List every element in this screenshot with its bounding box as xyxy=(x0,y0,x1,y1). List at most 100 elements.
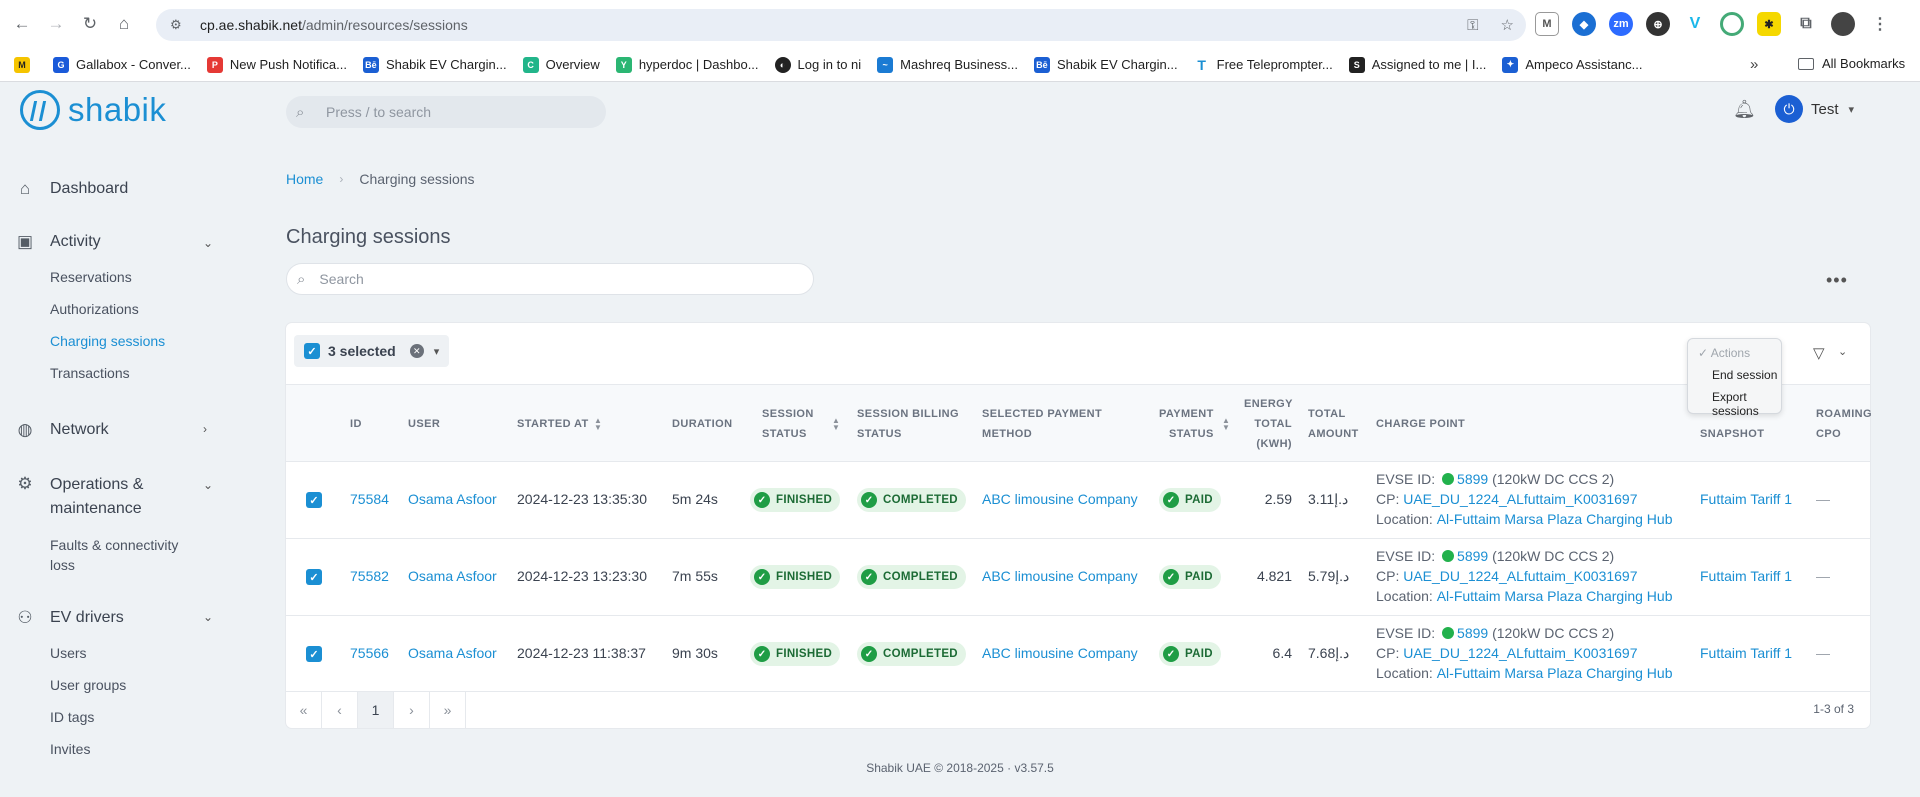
column-header-user[interactable]: USER xyxy=(408,414,440,434)
vimeo-extension-icon[interactable]: V xyxy=(1683,12,1707,36)
session-id-link[interactable]: 75566 xyxy=(350,645,389,661)
chevron-down-icon[interactable]: ⌄ xyxy=(203,478,213,492)
tariff-link[interactable]: Futtaim Tariff 1 xyxy=(1700,645,1792,661)
extensions-puzzle-icon[interactable]: ⧉ xyxy=(1794,12,1818,36)
end-session-option[interactable]: End session xyxy=(1712,368,1777,382)
bell-icon[interactable]: 🔔︎ xyxy=(1733,99,1756,120)
bookmark-star-icon[interactable]: ☆ xyxy=(1501,16,1514,34)
bookmark-item[interactable]: T Free Teleprompter... xyxy=(1193,56,1333,73)
evse-id-link[interactable]: 5899 xyxy=(1457,548,1488,564)
user-link[interactable]: Osama Asfoor xyxy=(408,645,497,661)
session-id-link[interactable]: 75582 xyxy=(350,568,389,584)
sidebar-item-network[interactable]: ◍ Network xyxy=(14,417,109,443)
column-header-payment-method[interactable]: SELECTED PAYMENT METHOD xyxy=(982,404,1102,444)
bookmarks-overflow-icon[interactable]: » xyxy=(1750,56,1758,73)
payment-method-link[interactable]: ABC limousine Company xyxy=(982,645,1138,661)
location-link[interactable]: Al-Futtaim Marsa Plaza Charging Hub xyxy=(1437,588,1673,604)
address-bar[interactable]: ⚙ cp.ae.shabik.net/admin/resources/sessi… xyxy=(156,9,1526,41)
column-header-billing-status[interactable]: SESSION BILLING STATUS xyxy=(857,404,959,444)
column-header-energy[interactable]: ENERGY TOTAL (KWH) xyxy=(1244,394,1292,454)
user-link[interactable]: Osama Asfoor xyxy=(408,568,497,584)
extension-icon[interactable] xyxy=(1720,12,1744,36)
bookmark-item[interactable]: ~ Mashreq Business... xyxy=(877,56,1018,73)
table-row[interactable]: ✓ 75584 Osama Asfoor 2024-12-23 13:35:30… xyxy=(286,462,1870,539)
charge-point-link[interactable]: UAE_DU_1224_ALfuttaim_K0031697 xyxy=(1403,491,1637,507)
clear-selection-icon[interactable]: ✕ xyxy=(409,344,424,358)
chevron-down-icon[interactable]: ⌄ xyxy=(1838,345,1847,358)
global-search-input[interactable]: ⌕ Press / to search xyxy=(286,96,606,128)
shabik-logo[interactable]: shabik xyxy=(20,90,166,130)
extension-icon[interactable]: ⊕ xyxy=(1646,12,1670,36)
user-link[interactable]: Osama Asfoor xyxy=(408,491,497,507)
page-1-button[interactable]: 1 xyxy=(358,692,394,728)
payment-method-link[interactable]: ABC limousine Company xyxy=(982,491,1138,507)
charge-point-link[interactable]: UAE_DU_1224_ALfuttaim_K0031697 xyxy=(1403,568,1637,584)
first-page-button[interactable]: « xyxy=(286,692,322,728)
back-icon[interactable]: ← xyxy=(8,10,36,38)
export-sessions-option[interactable]: Export sessions xyxy=(1712,390,1781,418)
home-icon[interactable]: ⌂ xyxy=(110,10,138,38)
more-options-icon[interactable]: ••• xyxy=(1826,270,1848,291)
browser-menu-icon[interactable]: ⋮ xyxy=(1868,12,1892,36)
location-link[interactable]: Al-Futtaim Marsa Plaza Charging Hub xyxy=(1437,665,1673,681)
user-menu[interactable]: ⏻ Test ▾ xyxy=(1775,95,1854,123)
sort-icon[interactable]: ▲ ▼ xyxy=(832,417,840,432)
bookmark-item[interactable]: P New Push Notifica... xyxy=(206,56,347,73)
bookmark-item[interactable]: G Gallabox - Conver... xyxy=(53,56,191,73)
row-checkbox[interactable]: ✓ xyxy=(306,492,322,508)
bookmark-item[interactable]: S Assigned to me | I... xyxy=(1348,56,1486,73)
column-header-tariff-snapshot[interactable]: SNAPSHOT xyxy=(1700,424,1764,444)
sidebar-item-ev-drivers[interactable]: ⚇ EV drivers xyxy=(14,605,123,631)
column-header-session-status[interactable]: SESSION STATUS xyxy=(762,404,814,444)
sidebar-item-users[interactable]: Users xyxy=(50,645,87,661)
column-header-roaming-cpo[interactable]: ROAMING CPO xyxy=(1816,404,1872,444)
sidebar-item-activity[interactable]: ▣ Activity xyxy=(14,229,101,255)
charge-point-link[interactable]: UAE_DU_1224_ALfuttaim_K0031697 xyxy=(1403,645,1637,661)
next-page-button[interactable]: › xyxy=(394,692,430,728)
breadcrumb-home-link[interactable]: Home xyxy=(286,171,323,187)
bookmark-item[interactable]: Yhyperdoc | Dashbo... xyxy=(615,56,759,73)
extension-icon[interactable]: ✱ xyxy=(1757,12,1781,36)
sidebar-item-dashboard[interactable]: ⌂ Dashboard xyxy=(14,176,128,202)
sidebar-item-transactions[interactable]: Transactions xyxy=(50,365,130,381)
bookmark-item[interactable]: Bē Shabik EV Chargin... xyxy=(1033,56,1178,73)
table-row[interactable]: ✓ 75566 Osama Asfoor 2024-12-23 11:38:37… xyxy=(286,616,1870,693)
bookmark-item[interactable]: C Overview xyxy=(522,56,600,73)
sort-icon[interactable]: ▲ ▼ xyxy=(594,417,602,432)
chevron-right-icon[interactable]: › xyxy=(203,422,207,436)
column-header-payment-status[interactable]: PAYMENT STATUS xyxy=(1159,404,1214,444)
last-page-button[interactable]: » xyxy=(430,692,466,728)
prev-page-button[interactable]: ‹ xyxy=(322,692,358,728)
tariff-link[interactable]: Futtaim Tariff 1 xyxy=(1700,568,1792,584)
url-text[interactable]: cp.ae.shabik.net/admin/resources/session… xyxy=(200,17,468,33)
chevron-down-icon[interactable]: ▾ xyxy=(434,345,440,358)
gmail-extension-icon[interactable]: M xyxy=(1535,12,1559,36)
bookmark-item[interactable]: Bē Shabik EV Chargin... xyxy=(362,56,507,73)
sidebar-item-authorizations[interactable]: Authorizations xyxy=(50,301,139,317)
sidebar-item-faults[interactable]: Faults & connectivity loss xyxy=(50,535,178,575)
forward-icon[interactable]: → xyxy=(42,10,70,38)
sidebar-item-reservations[interactable]: Reservations xyxy=(50,269,132,285)
evse-id-link[interactable]: 5899 xyxy=(1457,471,1488,487)
bookmark-icon-only[interactable]: M xyxy=(14,56,37,73)
sidebar-item-operations[interactable]: ⚙ Operations & maintenance xyxy=(14,473,143,521)
all-bookmarks-button[interactable]: All Bookmarks xyxy=(1798,56,1905,71)
column-header-total-amount[interactable]: TOTAL AMOUNT xyxy=(1308,404,1359,444)
row-checkbox[interactable]: ✓ xyxy=(306,569,322,585)
column-header-duration[interactable]: DURATION xyxy=(672,414,732,434)
extension-icon[interactable]: ◆ xyxy=(1572,12,1596,36)
sort-icon[interactable]: ▲ ▼ xyxy=(1222,417,1230,432)
bookmark-item[interactable]: ◐ Log in to ni xyxy=(774,56,861,73)
filter-icon[interactable]: ▽ xyxy=(1813,344,1825,362)
select-all-checkbox[interactable]: ✓ xyxy=(304,343,320,359)
session-id-link[interactable]: 75584 xyxy=(350,491,389,507)
sidebar-item-id-tags[interactable]: ID tags xyxy=(50,709,94,725)
sessions-search-input[interactable]: ⌕ Search xyxy=(286,263,814,295)
selection-pill[interactable]: ✓ 3 selected ✕ ▾ xyxy=(294,335,450,367)
sidebar-item-user-groups[interactable]: User groups xyxy=(50,677,126,693)
evse-id-link[interactable]: 5899 xyxy=(1457,625,1488,641)
payment-method-link[interactable]: ABC limousine Company xyxy=(982,568,1138,584)
reload-icon[interactable]: ↻ xyxy=(76,10,104,38)
table-row[interactable]: ✓ 75582 Osama Asfoor 2024-12-23 13:23:30… xyxy=(286,539,1870,616)
column-header-charge-point[interactable]: CHARGE POINT xyxy=(1376,414,1465,434)
